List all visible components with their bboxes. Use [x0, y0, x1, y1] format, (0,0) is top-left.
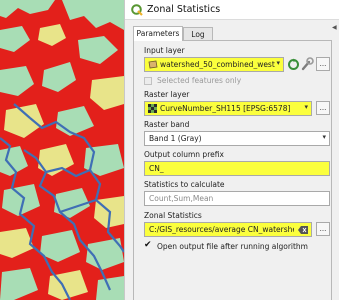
input-layer-more-button[interactable]: ... [316, 57, 330, 71]
tab-parameters[interactable]: Parameters [133, 26, 183, 41]
statistics-label: Statistics to calculate [144, 180, 225, 189]
zonal-output-label: Zonal Statistics [144, 211, 202, 220]
zonal-output-more-button[interactable]: ... [316, 222, 330, 236]
output-prefix-input[interactable]: CN_ [144, 161, 330, 176]
map-canvas[interactable] [0, 0, 124, 300]
raster-band-label: Raster band [144, 120, 190, 129]
window-title: Zonal Statistics [147, 4, 221, 15]
parameters-panel: Input layer watershed_50_combined_west [… [133, 40, 332, 300]
wrench-settings-icon[interactable] [301, 57, 314, 71]
input-layer-combo[interactable]: watershed_50_combined_west [EPSG ▾ [144, 57, 284, 72]
chevron-down-icon: ▾ [322, 133, 326, 141]
title-bar[interactable]: Zonal Statistics [125, 0, 339, 20]
raster-layer-combo[interactable]: CurveNumber_SH115 [EPSG:6578] ▾ [144, 101, 312, 116]
output-prefix-label: Output column prefix [144, 150, 224, 159]
collapse-panel-icon[interactable]: ◀ [332, 24, 337, 31]
iterate-icon[interactable] [287, 58, 300, 71]
raster-layer-label: Raster layer [144, 90, 190, 99]
chevron-down-icon: ▾ [276, 59, 280, 67]
raster-layer-more-button[interactable]: ... [316, 101, 330, 115]
tab-log[interactable]: Log [183, 27, 213, 40]
zonal-output-path-input[interactable]: C:/GIS_resources/average CN_watershed.sh… [144, 222, 312, 237]
clear-text-icon[interactable] [298, 226, 308, 234]
chevron-down-icon: ▾ [304, 103, 308, 111]
polygon-layer-icon [148, 60, 158, 69]
raster-layer-icon [148, 104, 157, 113]
open-output-label: Open output file after running algorithm [157, 242, 308, 251]
zonal-statistics-dialog: Zonal Statistics Parameters Log ◀ Input … [124, 0, 339, 300]
raster-band-combo[interactable]: Band 1 (Gray) ▾ [144, 131, 330, 146]
statistics-select-field[interactable]: Count,Sum,Mean [144, 191, 330, 206]
selected-features-checkbox[interactable] [144, 77, 152, 85]
selected-features-label: Selected features only [157, 76, 242, 85]
qgis-logo-icon [131, 4, 143, 16]
input-layer-label: Input layer [144, 46, 185, 55]
open-output-checkbox[interactable]: ✔ [144, 240, 152, 250]
